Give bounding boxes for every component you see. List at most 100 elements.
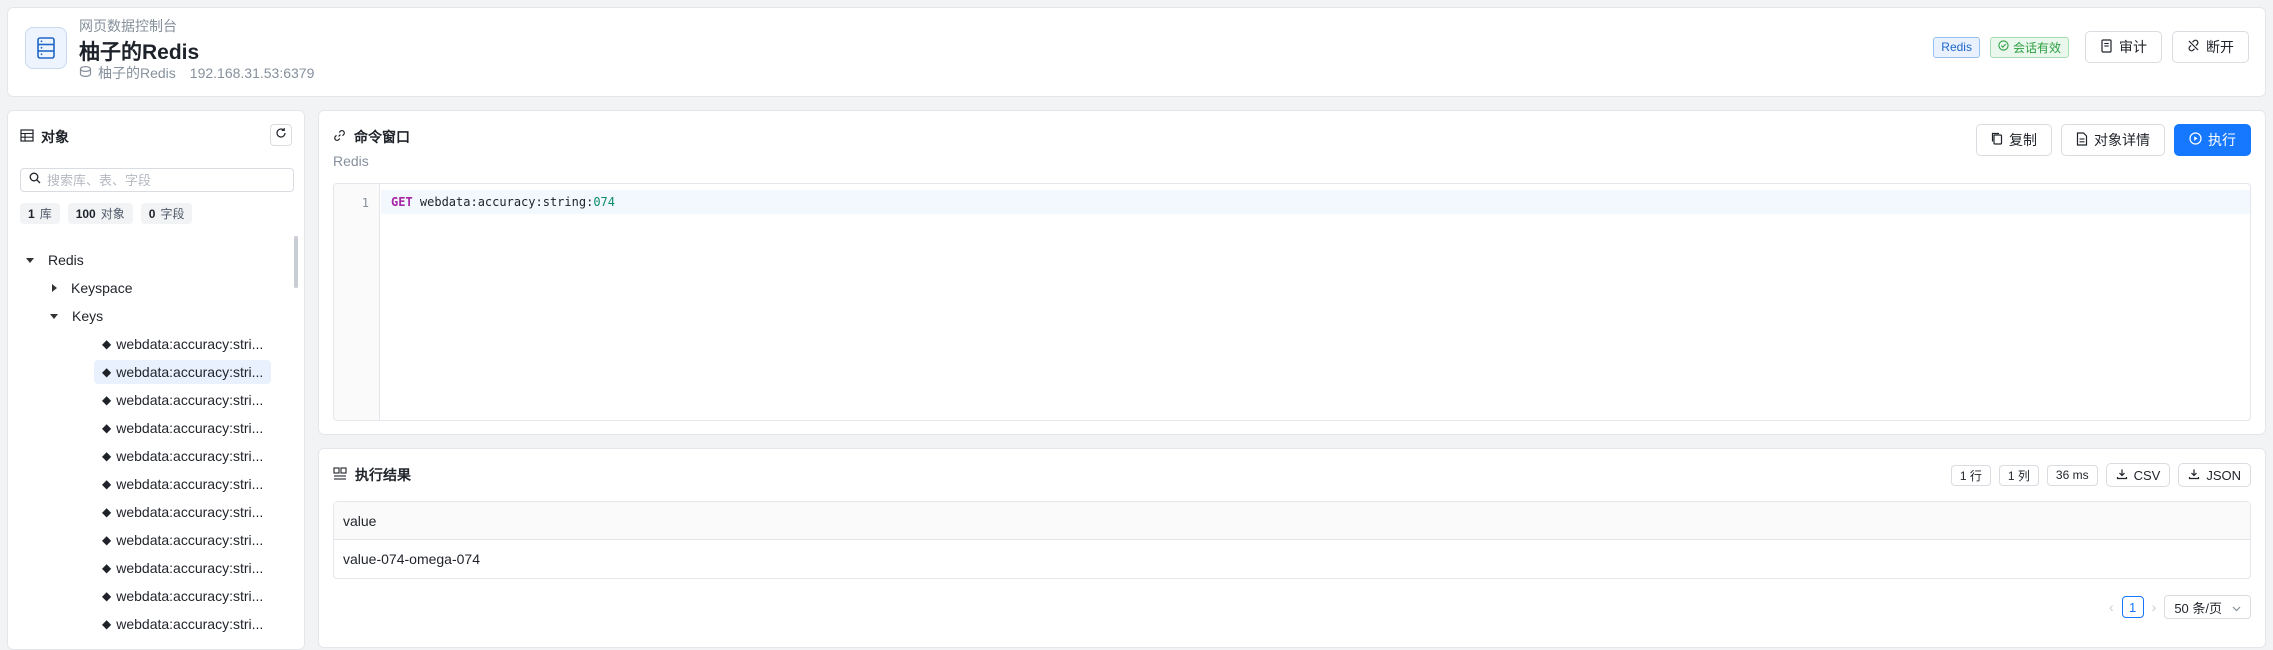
current-page[interactable]: 1 <box>2121 596 2144 618</box>
session-status-badge: 会话有效 <box>1989 36 2069 58</box>
disconnect-label: 断开 <box>2206 39 2234 55</box>
code-number: 074 <box>593 195 615 209</box>
key-diamond-icon: ◆ <box>102 477 112 491</box>
tree-key-label: webdata:accuracy:stri... <box>116 560 264 576</box>
download-icon <box>2116 468 2128 483</box>
prev-page-icon[interactable]: ‹ <box>2109 599 2114 615</box>
tree-key-label: webdata:accuracy:stri... <box>116 588 264 604</box>
key-diamond-icon: ◆ <box>102 365 112 379</box>
key-diamond-icon: ◆ <box>102 561 112 575</box>
pagination: ‹ 1 › 50 条/页 <box>2109 595 2251 619</box>
object-stats: 1库 100 对象 0 字段 <box>20 203 193 224</box>
tree-key-label: webdata:accuracy:stri... <box>116 364 264 380</box>
key-diamond-icon: ◆ <box>102 533 112 547</box>
duration-badge: 36 ms <box>2046 464 2098 486</box>
header-actions: Redis 会话有效 审计 断开 <box>1933 31 2249 63</box>
tree-key-label: webdata:accuracy:stri... <box>116 616 264 632</box>
column-count-badge: 1 列 <box>1998 464 2039 486</box>
tree-node-keyspace[interactable]: Keyspace <box>52 276 132 300</box>
result-panel: 执行结果 1 行 1 列 36 ms CSV JSON value value-… <box>318 448 2266 648</box>
command-title: 命令窗口 <box>333 127 410 147</box>
disconnect-button[interactable]: 断开 <box>2172 31 2249 63</box>
tree-key-label: webdata:accuracy:stri... <box>116 336 264 352</box>
connection-link-icon <box>79 65 92 81</box>
key-diamond-icon: ◆ <box>102 337 112 351</box>
tree-node-keys[interactable]: Keys <box>50 304 103 328</box>
tree-key-item[interactable]: ◆ webdata:accuracy:stri... <box>94 472 271 496</box>
code-line[interactable]: GET webdata:accuracy:string:074 <box>381 190 2250 214</box>
tree-key-item[interactable]: ◆ webdata:accuracy:stri... <box>94 416 271 440</box>
command-subtitle: Redis <box>333 153 369 169</box>
export-json-button[interactable]: JSON <box>2178 463 2251 487</box>
search-input[interactable] <box>47 172 277 188</box>
database-console-icon <box>25 27 67 69</box>
link-icon <box>333 129 346 145</box>
tree-key-label: webdata:accuracy:stri... <box>116 392 264 408</box>
tree-key-label: webdata:accuracy:stri... <box>116 420 264 436</box>
download-icon <box>2188 468 2200 483</box>
connection-info: 柚子的Redis 192.168.31.53:6379 <box>79 63 314 83</box>
tree-key-item[interactable]: ◆ webdata:accuracy:stri... <box>94 500 271 524</box>
key-diamond-icon: ◆ <box>102 589 112 603</box>
editor-gutter: 1 <box>334 184 380 420</box>
key-diamond-icon: ◆ <box>102 617 112 631</box>
stat-fields: 0 字段 <box>140 203 193 224</box>
tree-key-item[interactable]: ◆ webdata:accuracy:stri... <box>94 444 271 468</box>
object-search <box>20 168 294 192</box>
tree-key-item[interactable]: ◆ webdata:accuracy:stri... <box>94 612 271 636</box>
next-page-icon[interactable]: › <box>2152 599 2157 615</box>
tree-node-redis[interactable]: Redis <box>26 248 84 272</box>
table-cell[interactable]: value-074-omega-074 <box>334 540 2250 578</box>
audit-button[interactable]: 审计 <box>2085 31 2162 63</box>
session-status-label: 会话有效 <box>2012 40 2061 55</box>
command-actions: 复制 对象详情 执行 <box>1976 124 2251 156</box>
tree-scrollbar[interactable] <box>294 236 298 288</box>
result-table: value value-074-omega-074 <box>333 501 2251 579</box>
refresh-button[interactable] <box>270 124 292 146</box>
caret-down-icon <box>50 313 58 319</box>
chevron-down-icon <box>2232 600 2241 615</box>
tree-key-label: webdata:accuracy:stri... <box>116 448 264 464</box>
tree-key-item[interactable]: ◆ webdata:accuracy:stri... <box>94 556 271 580</box>
table-grid-icon <box>20 129 34 145</box>
tree-key-item[interactable]: ◆ webdata:accuracy:stri... <box>94 584 271 608</box>
export-csv-button[interactable]: CSV <box>2105 463 2171 487</box>
tree-key-label: webdata:accuracy:stri... <box>116 532 264 548</box>
search-icon <box>29 171 41 189</box>
line-number: 1 <box>361 196 369 210</box>
refresh-icon <box>275 126 287 144</box>
code-key: webdata:accuracy:string: <box>412 195 594 209</box>
sidebar-title-label: 对象 <box>41 129 69 145</box>
unlink-icon <box>2187 39 2200 55</box>
page-title: 柚子的Redis <box>79 41 200 64</box>
stat-objects: 100 对象 <box>67 203 133 224</box>
key-diamond-icon: ◆ <box>102 421 112 435</box>
file-text-icon <box>2076 131 2088 149</box>
stat-databases: 1库 <box>20 203 60 224</box>
sidebar-title: 对象 <box>20 127 69 147</box>
tree-key-item[interactable]: ◆ webdata:accuracy:stri... <box>94 332 271 356</box>
header-bar: 网页数据控制台 柚子的Redis 柚子的Redis 192.168.31.53:… <box>7 7 2266 97</box>
column-header-value[interactable]: value <box>334 502 2250 540</box>
object-sidebar: 对象 1库 100对象 0字段 Redis Keyspace Keys ◆ web… <box>7 110 305 650</box>
caret-down-icon <box>26 257 34 263</box>
caret-right-icon <box>52 284 57 292</box>
object-detail-button[interactable]: 对象详情 <box>2061 124 2165 156</box>
tree-key-item[interactable]: ◆ webdata:accuracy:stri... <box>94 360 272 384</box>
run-button[interactable]: 执行 <box>2174 124 2251 156</box>
copy-button[interactable]: 复制 <box>1976 124 2052 156</box>
key-diamond-icon: ◆ <box>102 393 112 407</box>
tree-key-item[interactable]: ◆ webdata:accuracy:stri... <box>94 388 271 412</box>
tree-key-item[interactable]: ◆ webdata:accuracy:stri... <box>94 528 271 552</box>
page-size-select[interactable]: 50 条/页 <box>2164 595 2251 619</box>
command-editor[interactable]: 1 GET webdata:accuracy:string:074 <box>333 183 2251 421</box>
audit-label: 审计 <box>2119 39 2147 55</box>
check-circle-icon <box>1998 40 2009 54</box>
row-count-badge: 1 行 <box>1950 464 1991 486</box>
connection-address: 192.168.31.53:6379 <box>189 65 315 81</box>
db-type-badge: Redis <box>1933 36 1980 58</box>
audit-doc-icon <box>2100 38 2113 56</box>
result-meta: 1 行 1 列 36 ms CSV JSON <box>1950 463 2251 487</box>
key-diamond-icon: ◆ <box>102 505 112 519</box>
tree-key-label: webdata:accuracy:stri... <box>116 476 264 492</box>
